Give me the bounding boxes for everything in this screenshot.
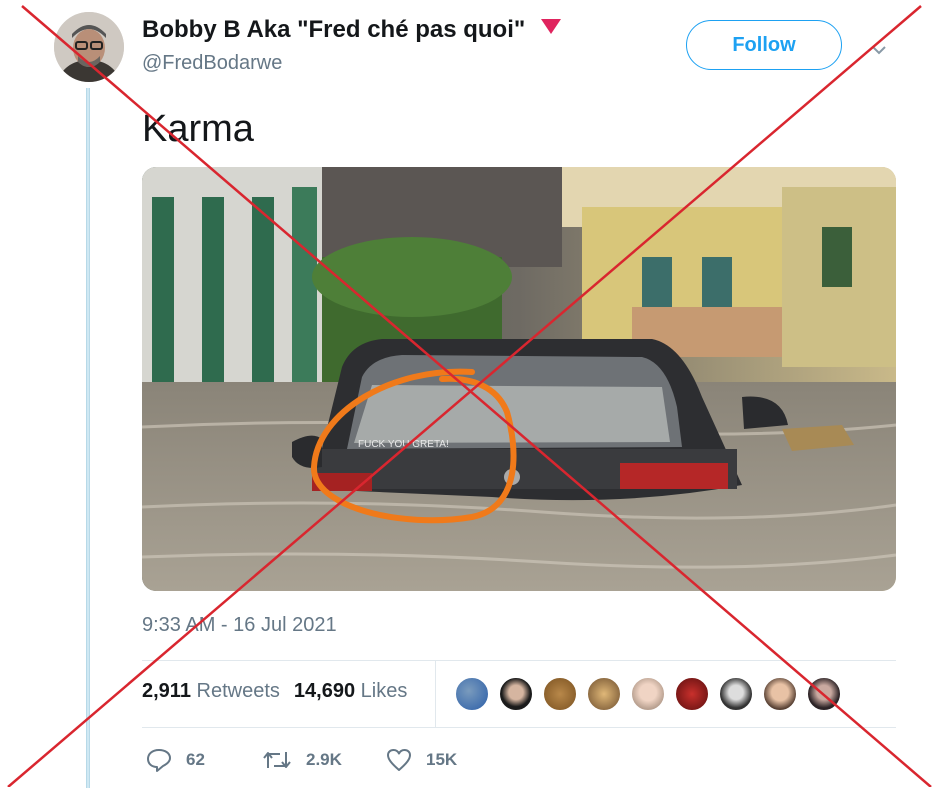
retweet-icon — [263, 752, 291, 768]
likes-count: 14,690 — [293, 680, 356, 702]
display-name[interactable]: Bobby B Aka "Fred ché pas quoi" — [142, 16, 562, 44]
reply-button[interactable]: 62 — [146, 748, 205, 772]
likes-label: Likes — [360, 680, 408, 702]
retweets-count: 2,911 — [142, 680, 191, 702]
follow-button[interactable]: Follow — [686, 20, 842, 70]
liker-avatar[interactable] — [674, 676, 710, 712]
tweet-photo[interactable]: FUCK YOU GRETA! — [142, 167, 896, 591]
retweet-count: 2.9K — [306, 750, 342, 769]
liker-avatar[interactable] — [586, 676, 622, 712]
thread-line — [86, 88, 90, 788]
like-button[interactable]: 15K — [386, 748, 457, 772]
avatar[interactable] — [54, 12, 124, 82]
flooded-street-photo: FUCK YOU GRETA! — [142, 167, 896, 591]
reply-icon — [147, 749, 171, 772]
avatar-image — [54, 12, 124, 82]
divider — [142, 660, 896, 661]
retweet-button[interactable]: 2.9K — [262, 748, 342, 772]
display-name-text: Bobby B Aka "Fred ché pas quoi" — [142, 16, 526, 43]
liker-avatar[interactable] — [718, 676, 754, 712]
liker-avatar[interactable] — [630, 676, 666, 712]
heart-triangle-icon — [540, 19, 561, 34]
car-sticker-text: FUCK YOU GRETA! — [358, 439, 449, 450]
reply-count: 62 — [186, 750, 205, 769]
liker-avatar[interactable] — [454, 676, 490, 712]
user-handle[interactable]: @FredBodarwe — [142, 52, 282, 75]
like-count: 15K — [426, 750, 458, 769]
divider — [142, 727, 896, 728]
liker-avatar[interactable] — [806, 676, 842, 712]
liker-avatar[interactable] — [762, 676, 798, 712]
stats-divider — [435, 661, 436, 727]
liker-avatar[interactable] — [498, 676, 534, 712]
likes-stat[interactable]: 14,690 Likes — [294, 680, 407, 702]
heart-icon — [387, 749, 411, 771]
engagement-stats: 2,911 Retweets 14,690 Likes — [142, 680, 407, 703]
chevron-down-icon[interactable] — [872, 38, 886, 61]
timestamp[interactable]: 9:33 AM - 16 Jul 2021 — [142, 614, 337, 637]
tweet-text: Karma — [142, 108, 254, 150]
retweets-stat[interactable]: 2,911 Retweets — [142, 680, 280, 702]
retweets-label: Retweets — [196, 680, 280, 702]
liker-avatar[interactable] — [542, 676, 578, 712]
